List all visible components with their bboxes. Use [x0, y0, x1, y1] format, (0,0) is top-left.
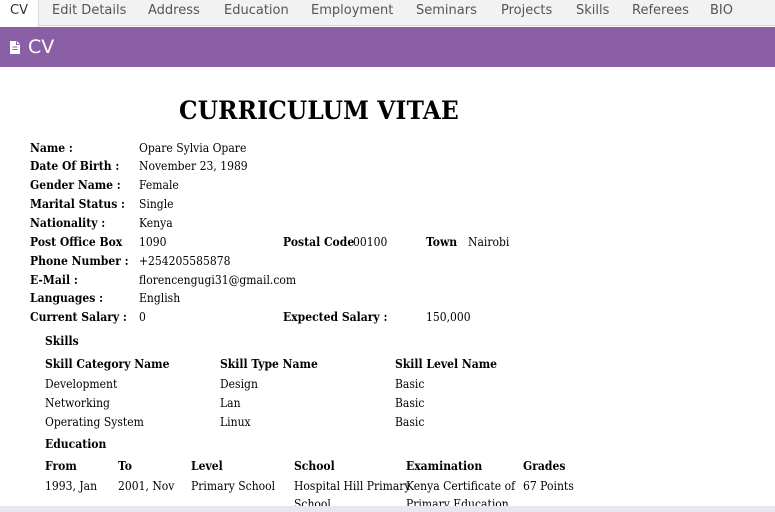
education-level-cell: Primary School	[191, 479, 276, 493]
skill-category-cell: Networking	[45, 396, 110, 410]
page-header: CV	[0, 27, 775, 67]
skill-level-cell: Basic	[395, 415, 425, 429]
marital-status-value: Single	[139, 197, 174, 211]
tab-seminars[interactable]: Seminars	[406, 0, 487, 26]
education-exam-cell-continued: Primary Education	[406, 497, 509, 506]
email-label: E-Mail :	[30, 273, 78, 287]
dob-label: Date Of Birth :	[30, 159, 120, 173]
education-heading: Education	[45, 437, 107, 451]
education-column-header: Examination	[406, 459, 483, 473]
document-icon	[10, 41, 20, 54]
education-to-cell: 2001, Nov	[118, 479, 175, 493]
nationality-value: Kenya	[139, 216, 173, 230]
gender-label: Gender Name :	[30, 178, 121, 192]
nationality-label: Nationality :	[30, 216, 106, 230]
tab-projects[interactable]: Projects	[491, 0, 562, 26]
name-value: Opare Sylvia Opare	[139, 141, 247, 155]
skill-type-cell: Design	[220, 377, 258, 391]
dob-value: November 23, 1989	[139, 159, 248, 173]
name-label: Name :	[30, 141, 73, 155]
tab-referees[interactable]: Referees	[622, 0, 699, 26]
education-column-header: To	[118, 459, 133, 473]
education-column-header: From	[45, 459, 77, 473]
cv-heading: CURRICULUM VITAE	[179, 96, 459, 125]
tab-education[interactable]: Education	[214, 0, 299, 26]
marital-status-label: Marital Status :	[30, 197, 126, 211]
postal-code-value: 00100	[353, 235, 388, 249]
phone-value: +254205585878	[139, 254, 231, 268]
languages-label: Languages :	[30, 291, 104, 305]
education-column-header: Grades	[523, 459, 566, 473]
languages-value: English	[139, 291, 181, 305]
phone-label: Phone Number :	[30, 254, 129, 268]
tab-cv[interactable]: CV	[0, 0, 39, 27]
town-value: Nairobi	[468, 235, 510, 249]
skill-category-cell: Development	[45, 377, 118, 391]
skill-category-cell: Operating System	[45, 415, 144, 429]
current-salary-value: 0	[139, 310, 146, 324]
education-column-header: School	[294, 459, 335, 473]
tab-employment[interactable]: Employment	[301, 0, 403, 26]
skills-heading: Skills	[45, 334, 79, 348]
tab-edit-details[interactable]: Edit Details	[42, 0, 136, 26]
education-school-cell-continued: School	[294, 497, 331, 506]
tab-skills[interactable]: Skills	[566, 0, 619, 26]
pobox-value: 1090	[139, 235, 167, 249]
expected-salary-label: Expected Salary :	[283, 310, 388, 324]
page-title: CV	[28, 36, 55, 58]
expected-salary-value: 150,000	[426, 310, 471, 324]
education-school-cell: Hospital Hill Primary	[294, 479, 411, 493]
skill-type-cell: Lan	[220, 396, 241, 410]
education-column-header: Level	[191, 459, 223, 473]
education-from-cell: 1993, Jan	[45, 479, 98, 493]
gender-value: Female	[139, 178, 179, 192]
tab-bio[interactable]: BIO	[700, 0, 743, 26]
tab-address[interactable]: Address	[138, 0, 210, 26]
education-exam-cell: Kenya Certificate of	[406, 479, 516, 493]
pobox-label: Post Office Box	[30, 235, 123, 249]
email-value: florencengugi31@gmail.com	[139, 273, 297, 287]
postal-code-label: Postal Code	[283, 235, 355, 249]
skill-type-cell: Linux	[220, 415, 251, 429]
skill-level-cell: Basic	[395, 377, 425, 391]
cv-content: CURRICULUM VITAE Name : Opare Sylvia Opa…	[0, 67, 775, 506]
skill-level-cell: Basic	[395, 396, 425, 410]
education-grades-cell: 67 Points	[523, 479, 574, 493]
tab-bar: CV Edit Details Address Education Employ…	[0, 0, 775, 27]
skills-column-header: Skill Type Name	[220, 357, 318, 371]
town-label: Town	[426, 235, 458, 249]
bottom-scroll-strip	[0, 506, 775, 512]
skills-column-header: Skill Level Name	[395, 357, 497, 371]
current-salary-label: Current Salary :	[30, 310, 127, 324]
skills-column-header: Skill Category Name	[45, 357, 170, 371]
